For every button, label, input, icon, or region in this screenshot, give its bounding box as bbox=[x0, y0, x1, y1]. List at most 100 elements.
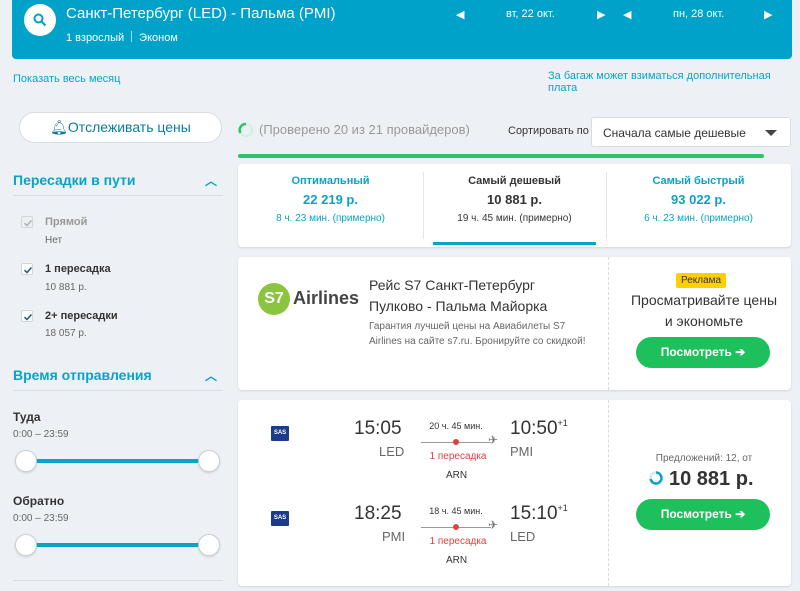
sort-label: Сортировать по bbox=[508, 125, 589, 137]
tab-cheapest-price: 10 881 р. bbox=[487, 192, 542, 207]
offers-count: Предложений: 12, от bbox=[655, 453, 753, 464]
search-header: Санкт-Петербург (LED) - Пальма (PMI) 1 в… bbox=[12, 0, 792, 59]
outbound-slider-track[interactable] bbox=[25, 459, 211, 463]
ret-dep-time: 18:25 bbox=[354, 503, 402, 524]
depart-date[interactable]: вт, 22 окт. bbox=[506, 8, 555, 20]
flight-view-button-label: Посмотреть bbox=[660, 507, 732, 521]
ad-promo-text: Просматривайте цены и экономьте bbox=[630, 292, 777, 329]
out-arr-time-wrap: 10:50+1 bbox=[510, 418, 568, 440]
sort-tabs-card: Оптимальный 22 219 р. 8 ч. 23 мин. (прим… bbox=[238, 164, 791, 247]
divider bbox=[13, 580, 223, 581]
flight-view-button[interactable]: Посмотреть ➔ bbox=[636, 499, 770, 530]
chevron-up-icon[interactable]: ︿ bbox=[205, 367, 217, 384]
ret-stop-dot bbox=[453, 524, 459, 530]
flight-result-card[interactable]: SAS 15:05 LED 20 ч. 45 мин. ✈ 1 пересадк… bbox=[238, 400, 791, 586]
show-month-link[interactable]: Показать весь месяц bbox=[13, 73, 120, 85]
tab-cheapest[interactable]: Самый дешевый 10 881 р. 19 ч. 45 мин. (п… bbox=[423, 175, 606, 224]
passengers-count: 1 взрослый bbox=[66, 32, 125, 44]
loading-spinner-icon bbox=[238, 122, 254, 138]
departure-time-filter-title[interactable]: Время отправления bbox=[13, 367, 152, 383]
out-via: ARN bbox=[446, 470, 468, 481]
return-slider-max-handle[interactable] bbox=[198, 534, 220, 556]
return-slider-min-handle[interactable] bbox=[15, 534, 37, 556]
track-prices-button[interactable]: 🔔︎Отслеживать цены bbox=[19, 112, 222, 143]
providers-checked-status: (Проверено 20 из 21 провайдеров) bbox=[259, 122, 470, 137]
s7-logo-icon: S7 bbox=[258, 283, 290, 315]
bell-icon: 🔔︎ bbox=[50, 119, 68, 135]
track-prices-label: Отслеживать цены bbox=[67, 119, 191, 135]
prev-return-date-icon[interactable]: ◀ bbox=[623, 8, 631, 21]
ad-card: S7 Airlines Рейс S7 Санкт-Петербург Пулк… bbox=[238, 257, 791, 390]
ret-via: ARN bbox=[446, 555, 468, 566]
check-icon bbox=[23, 266, 33, 274]
out-dep-time: 15:05 bbox=[354, 418, 402, 439]
ad-view-button[interactable]: Посмотреть ➔ bbox=[636, 337, 770, 368]
outbound-slider-max-handle[interactable] bbox=[198, 450, 220, 472]
ret-arr-time-wrap: 15:10+1 bbox=[510, 503, 568, 525]
loading-spinner-icon bbox=[649, 471, 663, 485]
tab-cheapest-duration: 19 ч. 45 мин. (примерно) bbox=[457, 213, 572, 224]
tab-optimal[interactable]: Оптимальный 22 219 р. 8 ч. 23 мин. (прим… bbox=[238, 175, 423, 224]
outbound-slider-min-handle[interactable] bbox=[15, 450, 37, 472]
s7-airlines-logo: S7 Airlines bbox=[258, 283, 360, 315]
out-arr-code: PMI bbox=[510, 444, 534, 459]
sas-logo-icon: SAS bbox=[271, 511, 289, 526]
arrow-right-icon: ➔ bbox=[735, 345, 746, 359]
ad-description: Гарантия лучшей цены на Авиабилеты S7 Ai… bbox=[369, 321, 586, 347]
return-slider-track[interactable] bbox=[25, 543, 211, 547]
return-label: Обратно bbox=[13, 494, 65, 508]
check-icon bbox=[23, 313, 33, 321]
tab-fastest-duration: 6 ч. 23 мин. (примерно) bbox=[644, 213, 753, 224]
divider bbox=[13, 195, 223, 196]
divider bbox=[13, 390, 223, 391]
stops-two-label: 2+ пересадки bbox=[45, 310, 118, 322]
cabin-class: Эконом bbox=[139, 32, 178, 44]
ret-dep-code: PMI bbox=[382, 529, 406, 544]
route-title[interactable]: Санкт-Петербург (LED) - Пальма (PMI) bbox=[66, 5, 335, 22]
ret-duration: 18 ч. 45 мин. bbox=[429, 506, 483, 516]
stops-filter-title[interactable]: Пересадки в пути bbox=[13, 172, 136, 188]
ad-title[interactable]: Рейс S7 Санкт-Петербург Пулково - Пальма… bbox=[369, 275, 589, 317]
ret-arr-time: 15:10 bbox=[510, 503, 558, 524]
return-time-range: 0:00 – 23:59 bbox=[13, 513, 69, 524]
out-arr-time: 10:50 bbox=[510, 418, 558, 439]
ret-stops: 1 пересадка bbox=[429, 536, 487, 547]
prev-depart-date-icon[interactable]: ◀ bbox=[456, 8, 464, 21]
ad-badge: Реклама bbox=[676, 273, 727, 288]
ret-arr-code: LED bbox=[510, 529, 536, 544]
tab-cheapest-title: Самый дешевый bbox=[468, 175, 561, 187]
flight-price: 10 881 р. bbox=[669, 468, 754, 490]
search-button[interactable] bbox=[24, 4, 56, 36]
arrow-right-icon: ➔ bbox=[735, 507, 746, 521]
sort-selected-value: Сначала самые дешевые bbox=[603, 126, 746, 140]
outbound-time-range: 0:00 – 23:59 bbox=[13, 429, 69, 440]
stops-one-price: 10 881 р. bbox=[45, 282, 87, 293]
ret-arr-plus: +1 bbox=[557, 503, 568, 513]
stops-one-checkbox[interactable] bbox=[21, 263, 33, 275]
ad-logo-text: Airlines bbox=[293, 288, 360, 308]
sort-select[interactable]: Сначала самые дешевые bbox=[591, 117, 791, 147]
stops-two-checkbox[interactable] bbox=[21, 310, 33, 322]
next-return-date-icon[interactable]: ▶ bbox=[764, 8, 772, 21]
chevron-up-icon[interactable]: ︿ bbox=[205, 172, 217, 189]
sas-logo-icon: SAS bbox=[271, 426, 289, 441]
search-icon bbox=[33, 13, 47, 27]
plane-icon: ✈ bbox=[488, 518, 499, 532]
check-icon bbox=[23, 219, 33, 227]
card-divider bbox=[608, 400, 609, 586]
stops-one-label: 1 пересадка bbox=[45, 263, 111, 275]
tab-optimal-title: Оптимальный bbox=[291, 175, 370, 187]
out-dep-code: LED bbox=[379, 444, 405, 459]
tab-fastest-title: Самый быстрый bbox=[652, 175, 745, 187]
search-progress-bar bbox=[238, 154, 764, 158]
stops-two-price: 18 057 р. bbox=[45, 328, 87, 339]
next-depart-date-icon[interactable]: ▶ bbox=[597, 8, 605, 21]
ad-view-button-label: Посмотреть bbox=[660, 345, 732, 359]
tab-optimal-duration: 8 ч. 23 мин. (примерно) bbox=[276, 213, 385, 224]
card-divider bbox=[608, 257, 609, 390]
stops-direct-checkbox[interactable] bbox=[21, 216, 33, 228]
return-date[interactable]: пн, 28 окт. bbox=[673, 8, 724, 20]
passengers-summary[interactable]: 1 взрослый Эконом bbox=[66, 31, 178, 44]
tab-fastest[interactable]: Самый быстрый 93 022 р. 6 ч. 23 мин. (пр… bbox=[606, 175, 791, 224]
tab-optimal-price: 22 219 р. bbox=[303, 192, 358, 207]
